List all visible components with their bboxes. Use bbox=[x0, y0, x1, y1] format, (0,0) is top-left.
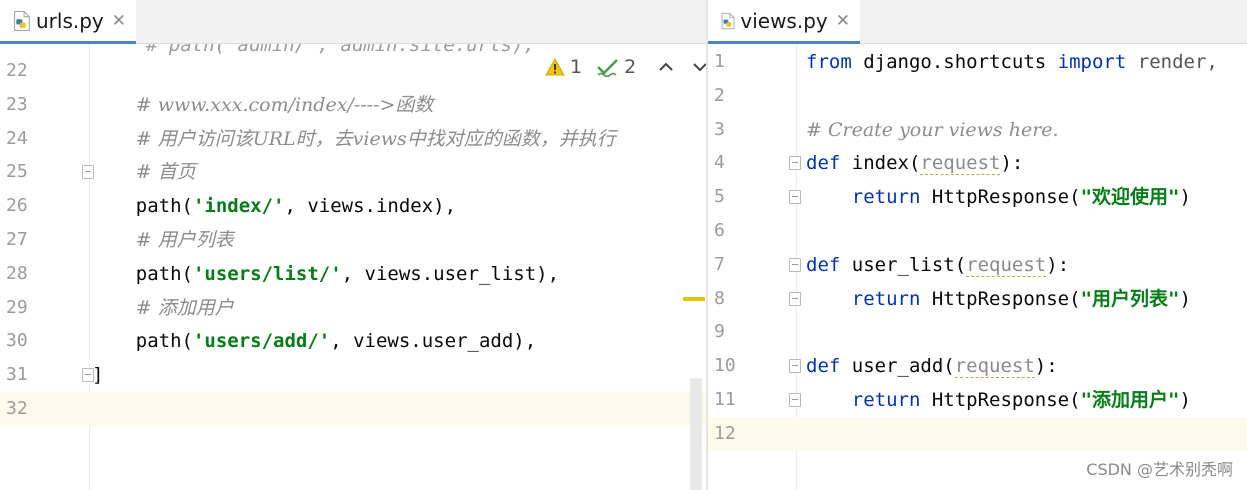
line-number: 30 bbox=[6, 330, 28, 352]
line-number: 31 bbox=[6, 364, 28, 386]
code-line[interactable]: # 用户访问该URL时，去views中找对应的函数，并执行 bbox=[90, 122, 706, 156]
close-icon[interactable]: ✕ bbox=[112, 11, 126, 31]
vertical-scrollbar[interactable] bbox=[690, 378, 702, 490]
tab-views-py[interactable]: views.py ✕ bbox=[708, 0, 860, 44]
chevron-up-icon[interactable] bbox=[654, 55, 678, 79]
code-line[interactable]: # 首页 bbox=[90, 155, 706, 189]
code-line[interactable] bbox=[797, 79, 1247, 113]
line-number: 10 bbox=[714, 355, 736, 377]
line-number: 23 bbox=[6, 93, 28, 115]
code-line[interactable] bbox=[797, 214, 1247, 248]
weak-warnings-indicator[interactable]: 2 bbox=[596, 56, 636, 78]
tab-label: views.py bbox=[740, 8, 828, 33]
code-line[interactable]: # www.xxx.com/index/---->函数 bbox=[90, 88, 706, 122]
comment: # www.xxx.com/index/---->函数 bbox=[135, 93, 434, 116]
keyword: return bbox=[851, 389, 921, 411]
code-line[interactable]: return HttpResponse("添加用户") bbox=[797, 383, 1247, 417]
weak-warnings-count: 2 bbox=[624, 56, 637, 78]
code-line[interactable]: # Create your views here. bbox=[797, 113, 1247, 147]
line-number: 5 bbox=[714, 186, 725, 208]
line-number: 4 bbox=[714, 152, 725, 174]
tab-urls-py[interactable]: urls.py ✕ bbox=[0, 0, 136, 44]
unused-parameter: request bbox=[966, 253, 1047, 277]
code-line[interactable]: path('users/add/', views.user_add), bbox=[90, 324, 706, 358]
code-line[interactable]: def index(request): bbox=[797, 146, 1247, 180]
line-number-gutter: 1 2 3 4 5 6 7 8 9 10 11 12 bbox=[708, 44, 801, 490]
code-line[interactable]: from django.shortcuts import render, bbox=[797, 45, 1247, 79]
keyword: from bbox=[806, 51, 852, 73]
line-number: 26 bbox=[6, 195, 28, 217]
comment: # 用户列表 bbox=[135, 229, 234, 251]
line-number: 28 bbox=[6, 262, 28, 284]
close-icon[interactable]: ✕ bbox=[836, 11, 850, 31]
tab-label: urls.py bbox=[35, 8, 104, 33]
keyword: return bbox=[851, 186, 921, 209]
line-number: 27 bbox=[6, 229, 28, 250]
code-line[interactable] bbox=[797, 416, 1247, 451]
keyword: import bbox=[1057, 51, 1127, 73]
line-number: 2 bbox=[714, 84, 725, 106]
keyword: return bbox=[851, 287, 921, 310]
watermark: CSDN @艺术别秃啊 bbox=[1086, 460, 1233, 479]
line-number-gutter: 22 23 24 25 26 27 28 29 30 31 32 bbox=[0, 44, 94, 490]
left-tab-bar: urls.py ✕ bbox=[0, 0, 706, 44]
python-file-icon bbox=[721, 12, 735, 29]
line-number: 25 bbox=[6, 161, 28, 183]
warning-icon bbox=[545, 57, 565, 76]
chevron-down-icon[interactable] bbox=[688, 55, 706, 79]
line-number: 9 bbox=[714, 321, 725, 343]
code-line[interactable] bbox=[797, 315, 1247, 349]
python-file-icon bbox=[14, 10, 30, 31]
string-literal: "用户列表" bbox=[1080, 287, 1180, 310]
code-line[interactable]: path('index/', views.index), bbox=[90, 189, 706, 223]
string-literal: "添加用户" bbox=[1080, 389, 1180, 411]
line-number: 1 bbox=[714, 51, 725, 72]
line-number: 6 bbox=[714, 220, 725, 241]
line-number: 29 bbox=[6, 296, 28, 318]
urls-editor-pane[interactable]: urls.py ✕ 22 23 24 25 26 27 28 29 30 31 32 # path(… bbox=[0, 0, 706, 490]
code-line[interactable]: def user_add(request): bbox=[797, 349, 1247, 383]
string-literal: "欢迎使用" bbox=[1080, 186, 1180, 209]
line-number: 3 bbox=[714, 118, 725, 140]
keyword: def bbox=[806, 152, 841, 175]
string-literal: 'index/' bbox=[192, 195, 285, 218]
code-line[interactable] bbox=[90, 392, 706, 426]
string-literal: 'users/list/' bbox=[192, 262, 342, 285]
views-editor-pane[interactable]: views.py ✕ 1 2 3 4 5 6 7 8 9 10 11 12 from django.s… bbox=[708, 0, 1247, 490]
code-line[interactable]: return HttpResponse("用户列表") bbox=[797, 282, 1247, 316]
code-line[interactable]: # 添加用户 bbox=[90, 291, 706, 325]
keyword: def bbox=[806, 253, 841, 276]
code-editor[interactable]: from django.shortcuts import render, # Cr… bbox=[797, 44, 1247, 490]
code-line[interactable]: # 用户列表 bbox=[90, 223, 706, 257]
code-line[interactable]: ] bbox=[92, 358, 706, 392]
code-line[interactable]: path('users/list/', views.user_list), bbox=[90, 257, 706, 291]
typo-check-icon bbox=[597, 59, 618, 77]
line-number: 24 bbox=[6, 127, 28, 149]
warning-stripe-marker[interactable] bbox=[683, 297, 705, 301]
code-line[interactable]: return HttpResponse("欢迎使用") bbox=[797, 180, 1247, 214]
code-line[interactable]: def user_list(request): bbox=[797, 248, 1247, 282]
unused-parameter: request bbox=[954, 355, 1035, 379]
line-number: 8 bbox=[714, 287, 725, 309]
comment: # 用户访问该URL时，去views中找对应的函数，并执行 bbox=[135, 127, 616, 150]
keyword: def bbox=[806, 355, 841, 378]
import-name: render, bbox=[1126, 51, 1218, 73]
comment: # 添加用户 bbox=[135, 296, 234, 319]
warnings-indicator[interactable]: 1 bbox=[544, 56, 582, 78]
warnings-count: 1 bbox=[570, 56, 583, 78]
line-number: 7 bbox=[714, 253, 725, 275]
line-number: 32 bbox=[0, 392, 90, 426]
comment: # 首页 bbox=[135, 161, 196, 184]
right-tab-bar: views.py ✕ bbox=[708, 0, 1247, 44]
inspection-widget: 1 2 bbox=[544, 50, 706, 84]
code-editor[interactable]: # path('admin/', admin.site.urls), # www… bbox=[90, 44, 706, 490]
line-number: 11 bbox=[714, 389, 736, 410]
string-literal: 'users/add/' bbox=[192, 330, 331, 353]
line-number: 22 bbox=[6, 60, 28, 81]
line-number: 12 bbox=[708, 416, 797, 451]
comment: # Create your views here. bbox=[806, 118, 1059, 141]
unused-parameter: request bbox=[920, 152, 1001, 176]
